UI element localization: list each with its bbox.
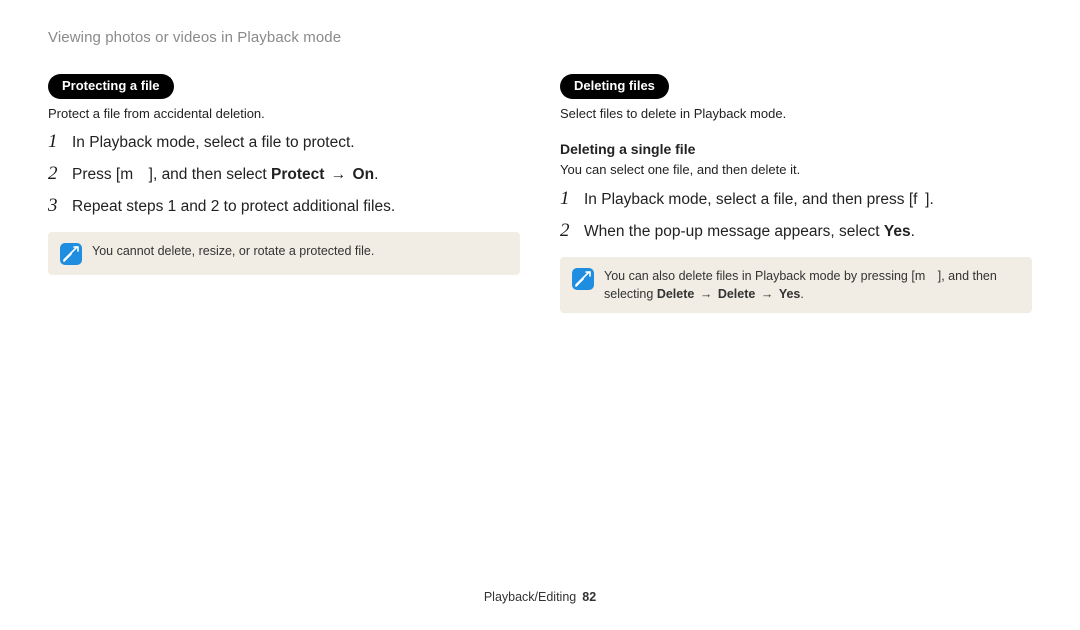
subintro-text: You can select one file, and then delete… (560, 161, 1032, 179)
col-deleting: Deleting files Select files to delete in… (560, 74, 1032, 313)
col-protecting: Protecting a file Protect a file from ac… (48, 74, 520, 313)
step-number: 1 (48, 132, 70, 151)
footer-page-number: 82 (582, 590, 596, 604)
page-footer: Playback/Editing 82 (0, 589, 1080, 606)
step-item: 1In Playback mode, select a file, and th… (560, 189, 1032, 211)
step-number: 2 (48, 164, 70, 183)
step-text: In Playback mode, select a file to prote… (72, 133, 520, 154)
note-icon (572, 268, 594, 290)
step-item: 2When the pop-up message appears, select… (560, 221, 1032, 243)
manual-page: Viewing photos or videos in Playback mod… (0, 0, 1080, 630)
steps-list-deleting: 1In Playback mode, select a file, and th… (560, 189, 1032, 243)
step-text: When the pop-up message appears, select … (584, 222, 1032, 243)
step-number: 2 (560, 221, 582, 240)
steps-list-protecting: 1In Playback mode, select a file to prot… (48, 132, 520, 218)
two-column-layout: Protecting a file Protect a file from ac… (48, 74, 1032, 313)
heading-pill-protecting: Protecting a file (48, 74, 174, 99)
step-text: Repeat steps 1 and 2 to protect addition… (72, 197, 520, 218)
footer-chapter: Playback/Editing (484, 590, 576, 604)
note-text: You can also delete files in Playback mo… (604, 267, 1020, 303)
subheading-deleting-single: Deleting a single file (560, 140, 1032, 159)
step-item: 2Press [m ], and then select Protect → O… (48, 164, 520, 186)
step-item: 1In Playback mode, select a file to prot… (48, 132, 520, 154)
note-text: You cannot delete, resize, or rotate a p… (92, 242, 374, 260)
note-box: You cannot delete, resize, or rotate a p… (48, 232, 520, 275)
step-text: In Playback mode, select a file, and the… (584, 190, 1032, 211)
step-text: Press [m ], and then select Protect → On… (72, 165, 520, 186)
intro-text: Protect a file from accidental deletion. (48, 105, 520, 123)
page-title: Viewing photos or videos in Playback mod… (48, 28, 1032, 48)
note-icon (60, 243, 82, 265)
note-box: You can also delete files in Playback mo… (560, 257, 1032, 313)
intro-text: Select files to delete in Playback mode. (560, 105, 1032, 123)
heading-pill-deleting: Deleting files (560, 74, 669, 99)
step-number: 1 (560, 189, 582, 208)
step-number: 3 (48, 196, 70, 215)
step-item: 3Repeat steps 1 and 2 to protect additio… (48, 196, 520, 218)
